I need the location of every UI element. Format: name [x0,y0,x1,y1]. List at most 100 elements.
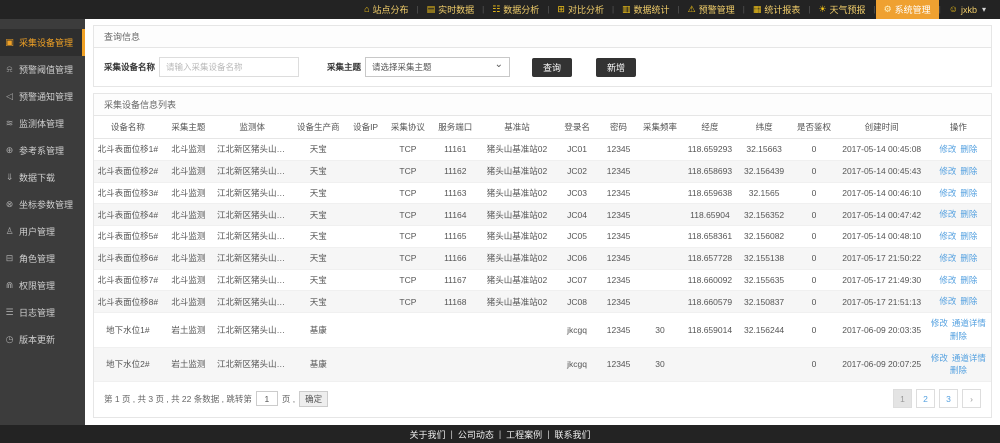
footer-link[interactable]: 关于我们 [409,428,445,441]
cell-created: 2017-05-14 00:45:43 [838,160,926,182]
device-icon: ▣ [4,37,15,48]
cell-authorized: 0 [790,182,837,204]
sidebar-item-data-download[interactable]: ⇓数据下载 [0,164,85,191]
edit-link[interactable]: 修改 [939,296,956,306]
footer-link[interactable]: 联系我们 [555,428,591,441]
actions-cell: 修改删除 [926,182,991,204]
edit-link[interactable]: 修改 [931,318,948,328]
channel-detail-link[interactable]: 通道详情 [952,318,986,328]
sidebar-item-permission-management[interactable]: ⋒权限管理 [0,272,85,299]
nav-item-compare-analysis[interactable]: ⊞对比分析 [549,0,612,19]
add-button[interactable]: 新增 [596,58,636,77]
reference-system-icon: ⊕ [4,145,15,156]
delete-link[interactable]: 删除 [960,275,977,285]
edit-link[interactable]: 修改 [939,166,956,176]
sidebar-item-log-management[interactable]: ☰日志管理 [0,299,85,326]
edit-link[interactable]: 修改 [939,144,956,154]
footer-link[interactable]: 公司动态 [458,428,494,441]
topic-select[interactable]: 请选择采集主题 ⌄ [365,57,510,77]
nav-item-statistical-reports[interactable]: ▦统计报表 [745,0,809,19]
delete-link[interactable]: 删除 [960,209,977,219]
delete-link[interactable]: 删除 [960,253,977,263]
cell-login: jkcgq [555,347,599,382]
cell-longitude: 118.660579 [682,291,738,313]
actions-cell: 修改删除 [926,226,991,248]
cell-body: 江北新区猪头山滑... [215,226,289,248]
edit-link[interactable]: 修改 [939,209,956,219]
cell-created: 2017-05-14 00:45:08 [838,139,926,161]
log-management-icon: ☰ [4,307,15,318]
next-page[interactable]: › [962,389,981,408]
cell-login: JC01 [555,139,599,161]
cell-authorized: 0 [790,313,837,348]
cell-created: 2017-06-09 20:03:35 [838,313,926,348]
nav-item-weather-forecast[interactable]: ☀天气预报 [810,0,873,19]
sidebar-item-coordinate-params[interactable]: ⊗坐标参数管理 [0,191,85,218]
column-header-frequency: 采集频率 [638,116,682,139]
cell-latitude: 32.155635 [738,269,790,291]
delete-link[interactable]: 删除 [960,144,977,154]
home-icon: ⌂ [364,5,369,14]
cell-name: 地下水位1# [94,313,162,348]
sidebar-item-alert-threshold[interactable]: ⍾预警阈值管理 [0,56,85,83]
cell-name: 北斗表面位移7# [94,269,162,291]
cell-password: 12345 [599,247,638,269]
cell-authorized: 0 [790,247,837,269]
cell-manufacturer: 天宝 [289,226,347,248]
sidebar-item-reference-system[interactable]: ⊕参考系管理 [0,137,85,164]
cell-ip [347,160,384,182]
edit-link[interactable]: 修改 [939,231,956,241]
cell-password: 12345 [599,269,638,291]
user-management-icon: ♙ [4,226,15,237]
sidebar-item-monitoring-body[interactable]: ≋监测体管理 [0,110,85,137]
page-3[interactable]: 3 [939,389,958,408]
edit-link[interactable]: 修改 [939,275,956,285]
cell-manufacturer: 天宝 [289,182,347,204]
user-menu[interactable]: ☺jxkb▾ [941,0,994,19]
sidebar-item-label: 监测体管理 [19,117,64,130]
footer-link[interactable]: 工程案例 [506,428,542,441]
cell-longitude: 118.659638 [682,182,738,204]
delete-link[interactable]: 删除 [960,188,977,198]
page-2[interactable]: 2 [916,389,935,408]
sidebar-item-device-management[interactable]: ▣采集设备管理 [0,29,85,56]
table-row: 北斗表面位移3#北斗监测江北新区猪头山滑...天宝TCP11163猪头山基准站0… [94,182,991,204]
delete-link[interactable]: 删除 [960,166,977,176]
nav-item-data-analysis[interactable]: ☷数据分析 [484,0,547,19]
nav-item-site-distribution[interactable]: ⌂站点分布 [356,0,416,19]
cell-port: 11167 [432,269,479,291]
cell-name: 北斗表面位移6# [94,247,162,269]
delete-link[interactable]: 删除 [960,231,977,241]
cell-name: 北斗表面位移4# [94,204,162,226]
column-header-manufacturer: 设备生产商 [289,116,347,139]
device-name-label: 采集设备名称 [104,61,155,73]
sidebar-item-role-management[interactable]: ⊟角色管理 [0,245,85,272]
nav-item-realtime-data[interactable]: ▤实时数据 [419,0,483,19]
delete-link[interactable]: 删除 [950,365,967,375]
edit-link[interactable]: 修改 [939,253,956,263]
cell-base_station: 猪头山基准站02 [479,291,555,313]
delete-link[interactable]: 删除 [950,331,967,341]
sidebar-item-label: 权限管理 [19,279,55,292]
nav-item-alert-management[interactable]: ⚠预警管理 [680,0,743,19]
search-button[interactable]: 查询 [532,58,572,77]
page-1[interactable]: 1 [893,389,912,408]
edit-link[interactable]: 修改 [931,353,948,363]
edit-link[interactable]: 修改 [939,188,956,198]
cell-created: 2017-05-14 00:48:10 [838,226,926,248]
sidebar-item-alert-notification[interactable]: ◁预警通知管理 [0,83,85,110]
nav-item-label: 天气预报 [830,3,866,16]
nav-item-data-statistics[interactable]: ▥数据统计 [614,0,678,19]
cell-topic: 北斗监测 [162,247,215,269]
cell-created: 2017-05-17 21:50:22 [838,247,926,269]
page-jump-input[interactable] [256,391,278,406]
jump-confirm-button[interactable]: 确定 [299,391,328,407]
cell-ip [347,291,384,313]
device-name-input[interactable] [159,57,299,77]
sidebar-item-version-update[interactable]: ◷版本更新 [0,326,85,353]
channel-detail-link[interactable]: 通道详情 [952,353,986,363]
sidebar-item-user-management[interactable]: ♙用户管理 [0,218,85,245]
nav-item-system-management[interactable]: ⚙系统管理 [876,0,939,19]
cell-login: jkcgq [555,313,599,348]
delete-link[interactable]: 删除 [960,296,977,306]
